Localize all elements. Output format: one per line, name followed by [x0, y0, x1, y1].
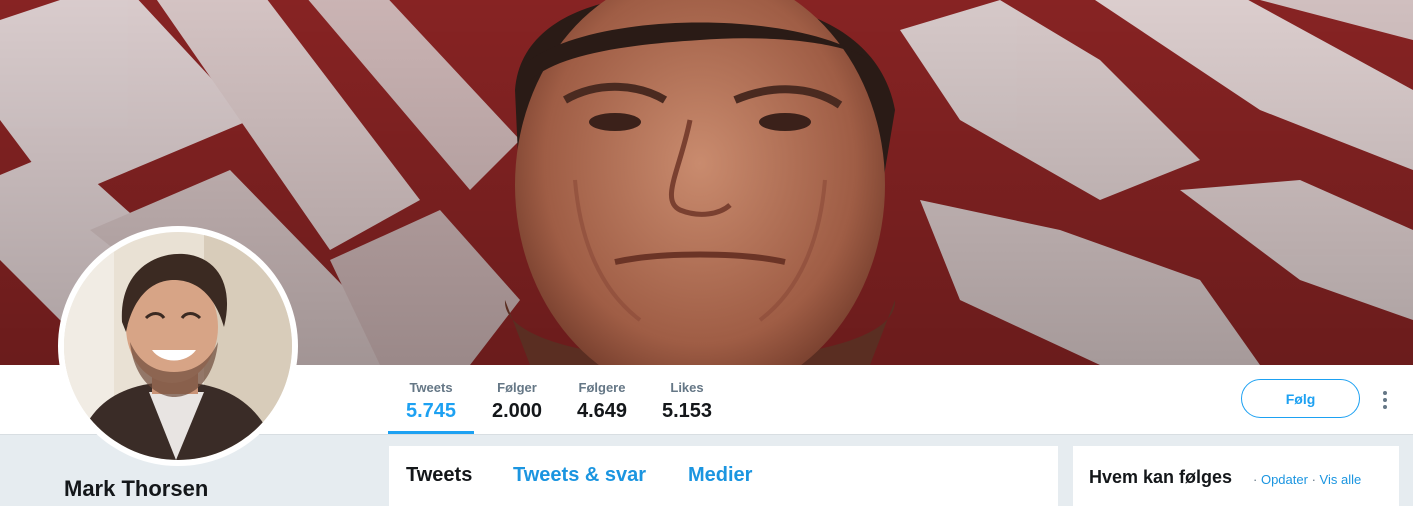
stat-likes[interactable]: Likes 5.153 [654, 365, 720, 434]
stat-followers-label: Følgere [578, 380, 626, 395]
tab-tweets[interactable]: Tweets [406, 464, 472, 487]
stat-followers[interactable]: Følgere 4.649 [566, 365, 638, 434]
tab-media[interactable]: Medier [688, 464, 752, 487]
avatar[interactable] [58, 226, 298, 466]
view-all-link[interactable]: Vis alle [1320, 472, 1362, 487]
separator: · [1311, 472, 1316, 487]
stat-tweets-value: 5.745 [405, 400, 457, 422]
who-to-follow-module: Hvem kan følges · Opdater · Vis alle [1073, 446, 1399, 506]
vertical-ellipsis-icon[interactable] [1376, 388, 1394, 412]
stat-likes-label: Likes [670, 380, 704, 395]
who-to-follow-links: · Opdater · Vis alle [1253, 472, 1361, 487]
stat-following[interactable]: Følger 2.000 [484, 365, 550, 434]
follow-button[interactable]: Følg [1241, 379, 1360, 418]
stat-following-value: 2.000 [491, 400, 543, 422]
timeline-tabs: Tweets Tweets & svar Medier [389, 446, 1058, 506]
who-to-follow-title: Hvem kan følges [1089, 467, 1233, 487]
refresh-link[interactable]: Opdater [1261, 472, 1308, 487]
stat-following-label: Følger [497, 380, 537, 395]
stat-followers-value: 4.649 [576, 400, 628, 422]
stat-tweets-label: Tweets [409, 380, 453, 395]
stat-tweets[interactable]: Tweets 5.745 [388, 365, 474, 434]
tab-tweets-and-replies[interactable]: Tweets & svar [513, 464, 646, 487]
separator: · [1253, 472, 1258, 487]
profile-name[interactable]: Mark Thorsen [64, 476, 208, 502]
stat-likes-value: 5.153 [661, 400, 713, 422]
